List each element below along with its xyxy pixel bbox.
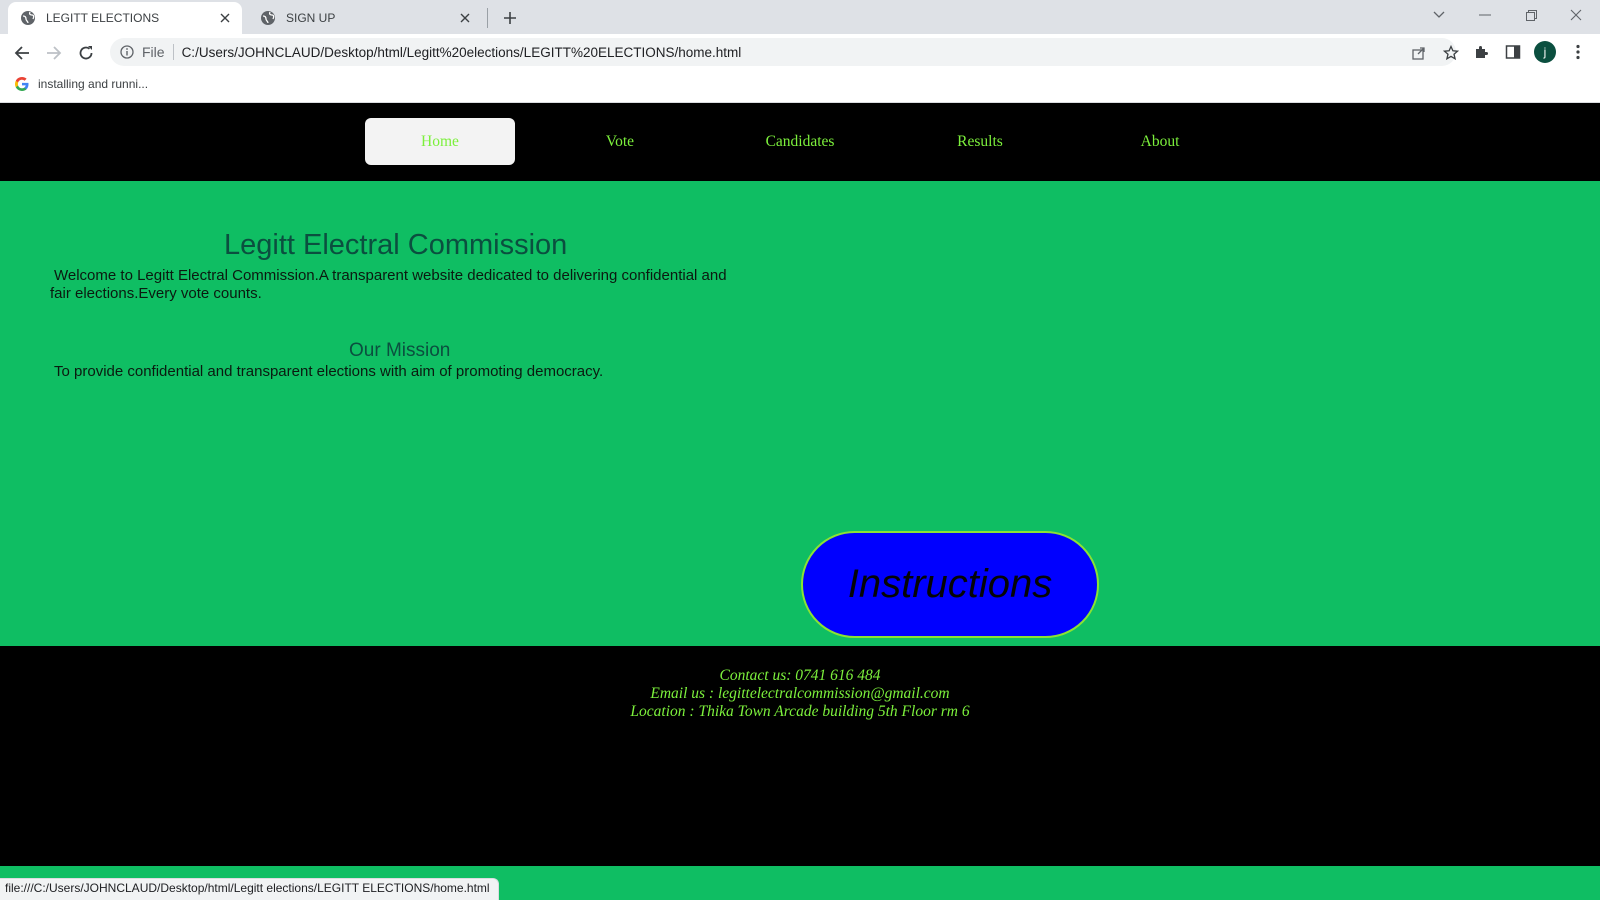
tab-strip: LEGITT ELECTIONS SIGN UP: [0, 0, 1600, 34]
close-window-icon[interactable]: [1556, 0, 1596, 30]
share-icon[interactable]: [1408, 42, 1430, 64]
forward-arrow-icon[interactable]: [40, 39, 68, 67]
nav-vote[interactable]: Vote: [545, 118, 695, 165]
contact-block: Contact us: 0741 616 484 Email us : legi…: [0, 667, 1600, 721]
menu-kebab-icon[interactable]: [1565, 39, 1591, 65]
new-tab-icon[interactable]: [498, 6, 522, 30]
restore-icon[interactable]: [1511, 0, 1551, 30]
site-navbar: Home Vote Candidates Results About: [0, 103, 1600, 181]
nav-results[interactable]: Results: [905, 118, 1055, 165]
welcome-text: Welcome to Legitt Electral Commission.A …: [50, 267, 727, 302]
status-bar-url: file:///C:/Users/JOHNCLAUD/Desktop/html/…: [0, 878, 499, 900]
side-panel-icon[interactable]: [1500, 39, 1526, 65]
bookmark-star-icon[interactable]: [1440, 42, 1462, 64]
tab-legitt-elections[interactable]: LEGITT ELECTIONS: [8, 2, 242, 34]
tab-title: LEGITT ELECTIONS: [46, 11, 160, 25]
tab-divider: [487, 8, 488, 28]
google-g-icon: [14, 76, 30, 92]
globe-icon: [260, 10, 276, 26]
scheme-label: File: [142, 44, 165, 60]
contact-phone: Contact us: 0741 616 484: [719, 667, 881, 684]
bookmark-item[interactable]: installing and runni...: [14, 76, 148, 92]
minimize-icon[interactable]: [1465, 0, 1505, 30]
contact-email[interactable]: Email us : legittelectralcommission@gmai…: [0, 685, 1600, 703]
url-text[interactable]: C:/Users/JOHNCLAUD/Desktop/html/Legitt%2…: [182, 45, 742, 60]
mission-heading: Our Mission: [349, 340, 451, 361]
info-icon[interactable]: [118, 43, 136, 61]
nav-about[interactable]: About: [1085, 118, 1235, 165]
bookmark-label: installing and runni...: [38, 77, 149, 91]
bookmarks-bar: installing and runni...: [0, 70, 1600, 103]
contact-location: Location : Thika Town Arcade building 5t…: [630, 703, 970, 720]
site-footer: Contact us: 0741 616 484 Email us : legi…: [0, 646, 1600, 866]
tab-search-chevron-icon[interactable]: [1419, 0, 1459, 30]
close-tab-icon[interactable]: [456, 9, 474, 27]
address-bar[interactable]: File C:/Users/JOHNCLAUD/Desktop/html/Leg…: [110, 38, 1459, 66]
globe-icon: [20, 10, 36, 26]
nav-home[interactable]: Home: [365, 118, 515, 165]
reload-icon[interactable]: [72, 39, 100, 67]
omnibox-divider: [172, 44, 174, 60]
nav-candidates[interactable]: Candidates: [725, 118, 875, 165]
extensions-puzzle-icon[interactable]: [1468, 39, 1494, 65]
back-arrow-icon[interactable]: [8, 39, 36, 67]
page-viewport: Home Vote Candidates Results About Legit…: [0, 103, 1600, 900]
page-title: Legitt Electral Commission: [224, 229, 568, 261]
browser-toolbar: File C:/Users/JOHNCLAUD/Desktop/html/Leg…: [0, 34, 1600, 70]
hero-section: Legitt Electral Commission Welcome to Le…: [0, 181, 1600, 646]
tab-title: SIGN UP: [286, 11, 336, 25]
mission-text: To provide confidential and transparent …: [54, 363, 604, 380]
tab-sign-up[interactable]: SIGN UP: [248, 2, 482, 34]
profile-avatar[interactable]: j: [1534, 41, 1556, 63]
instructions-button[interactable]: Instructions: [801, 531, 1099, 638]
close-tab-icon[interactable]: [216, 9, 234, 27]
